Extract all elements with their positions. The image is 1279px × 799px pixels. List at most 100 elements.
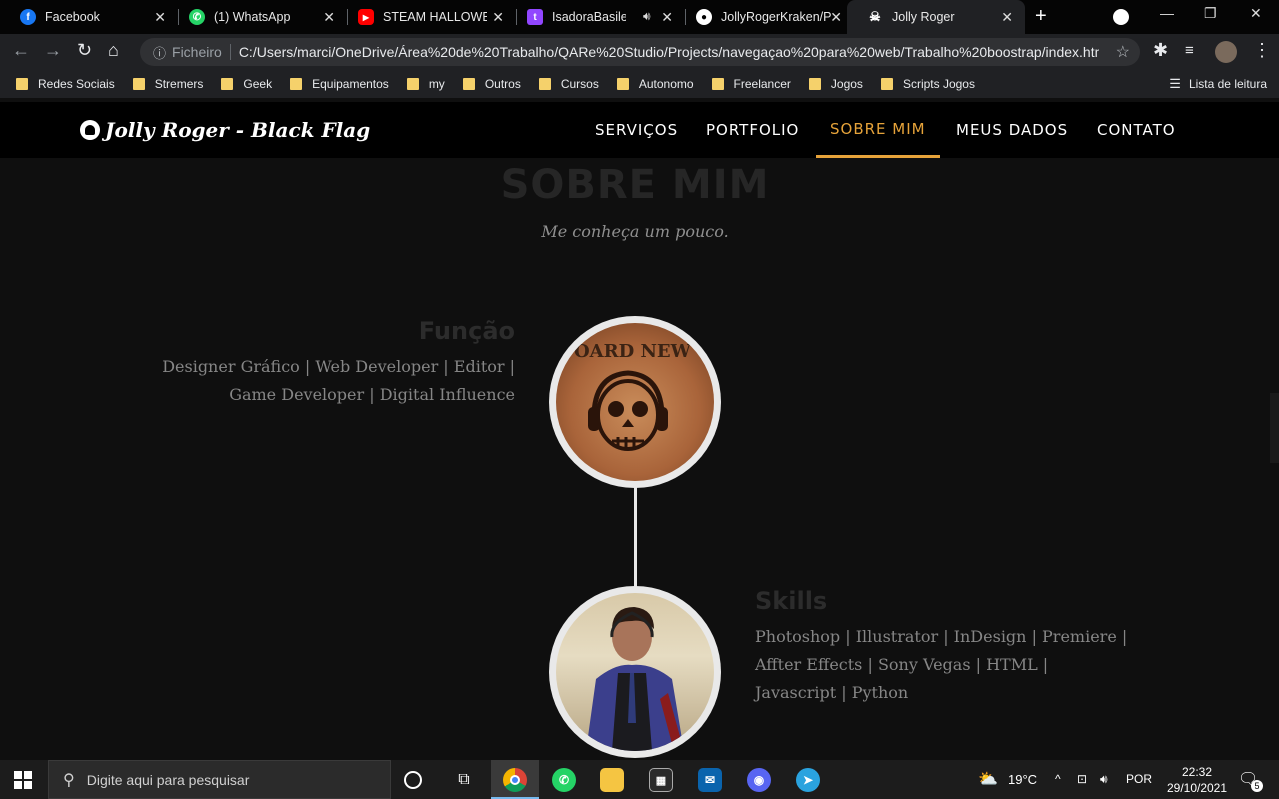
back-icon[interactable]: ← (12, 40, 30, 61)
home-icon[interactable]: ⌂ (108, 40, 119, 61)
close-tab-icon[interactable]: ✕ (154, 9, 166, 26)
web-page: Jolly Roger - Black Flag SERVIÇOS PORTFO… (0, 98, 1279, 760)
whatsapp-icon: ✆ (189, 9, 205, 25)
github-icon: ● (696, 9, 712, 25)
youtube-icon: ▶ (358, 9, 374, 25)
tab-jolly-roger[interactable]: ☠ Jolly Roger ✕ (847, 0, 1025, 34)
bookmark-folder[interactable]: Redes Sociais (16, 77, 115, 91)
folder-icon (711, 78, 724, 90)
tab-title: STEAM HALLOWEEN (383, 10, 487, 24)
nav-contato[interactable]: CONTATO (1097, 102, 1176, 158)
bookmark-label: Autonomo (638, 77, 694, 91)
system-clock[interactable]: 22:32 29/10/2021 (1160, 764, 1234, 796)
site-brand[interactable]: Jolly Roger - Black Flag (80, 118, 370, 142)
tab-facebook[interactable]: f Facebook ✕ (0, 0, 178, 34)
weather-icon[interactable]: ⛅ (978, 769, 998, 789)
brand-text: Jolly Roger - Black Flag (105, 118, 371, 142)
bookmark-folder[interactable]: Freelancer (711, 77, 791, 91)
tab-search-icon[interactable] (1113, 9, 1129, 25)
portrait-photo (556, 593, 714, 751)
tab-title: IsadoraBasile - (552, 10, 626, 24)
nav-meus-dados[interactable]: MEUS DADOS (956, 102, 1068, 158)
audio-playing-icon[interactable]: 🔊︎ (643, 9, 651, 24)
telegram-icon[interactable]: ➤ (796, 768, 820, 792)
bookmark-folder[interactable]: Geek (221, 77, 272, 91)
folder-icon (880, 78, 893, 90)
network-icon[interactable]: ⊡ (1077, 772, 1087, 786)
clock-time: 22:32 (1181, 765, 1213, 779)
notification-count: 5 (1251, 780, 1263, 792)
tab-title: (1) WhatsApp (214, 10, 291, 24)
discord-icon[interactable]: ◉ (747, 768, 771, 792)
bookmarks-bar: Redes Sociais Stremers Geek Equipamentos… (0, 70, 1279, 98)
nav-servicos[interactable]: SERVIÇOS (595, 102, 678, 158)
taskbar-search[interactable]: ⚲ Digite aqui para pesquisar (48, 760, 391, 799)
cortana-icon[interactable] (404, 771, 422, 789)
file-explorer-icon[interactable] (600, 768, 624, 792)
close-tab-icon[interactable]: ✕ (492, 9, 504, 26)
volume-icon[interactable]: 🔊︎ (1100, 772, 1108, 787)
skills-line: Affter Effects | Sony Vegas | HTML | (755, 655, 1049, 674)
close-window-icon[interactable]: ✕ (1250, 5, 1262, 22)
close-tab-icon[interactable]: ✕ (661, 9, 673, 26)
bookmark-folder[interactable]: my (406, 77, 445, 91)
nav-sobre-mim[interactable]: SOBRE MIM (816, 102, 940, 158)
restore-icon[interactable]: ❐ (1204, 5, 1217, 22)
bookmark-folder[interactable]: Cursos (538, 77, 599, 91)
tab-youtube[interactable]: ▶ STEAM HALLOWEEN ✕ (338, 0, 516, 34)
close-tab-icon[interactable]: ✕ (323, 9, 335, 26)
windows-start-icon[interactable] (14, 771, 32, 789)
bookmark-folder[interactable]: Jogos (808, 77, 863, 91)
close-tab-icon[interactable]: ✕ (1001, 9, 1013, 26)
bookmark-star-icon[interactable]: ☆ (1116, 42, 1130, 62)
skills-line: Photoshop | Illustrator | InDesign | Pre… (755, 627, 1128, 646)
minimize-icon[interactable]: — (1160, 5, 1174, 21)
chrome-icon[interactable] (503, 768, 527, 792)
weather-temp[interactable]: 19°C (1008, 772, 1037, 787)
language-indicator[interactable]: POR (1126, 772, 1152, 786)
new-tab-button[interactable]: + (1035, 5, 1047, 28)
menu-kebab-icon[interactable]: ⋮ (1253, 40, 1271, 61)
twitch-icon: t (527, 9, 543, 25)
bookmark-folder[interactable]: Equipamentos (290, 77, 389, 91)
tab-title: JollyRogerKraken/P (721, 10, 831, 24)
close-tab-icon[interactable]: ✕ (830, 9, 842, 26)
skull-artwork: OARD NEW (556, 323, 714, 481)
tray-expand-icon[interactable]: ^ (1055, 772, 1061, 786)
skills-heading: Skills (755, 587, 828, 615)
scroll-indicator[interactable] (1270, 393, 1279, 463)
tab-github[interactable]: ● JollyRogerKraken/P ✕ (676, 0, 854, 34)
reading-list-label: Lista de leitura (1188, 77, 1267, 91)
bookmark-folder[interactable]: Scripts Jogos (880, 77, 975, 91)
profile-avatar[interactable] (1215, 41, 1237, 63)
bookmark-folder[interactable]: Stremers (132, 77, 203, 91)
site-navbar: Jolly Roger - Black Flag SERVIÇOS PORTFO… (0, 102, 1279, 158)
address-url[interactable]: C:/Users/marci/OneDrive/Área%20de%20Trab… (239, 44, 1099, 60)
guitarist-portrait-icon (586, 607, 684, 751)
extensions-icon[interactable]: ✱ (1153, 40, 1168, 61)
info-icon[interactable]: ⓘ (153, 43, 166, 62)
bookmark-label: Outros (484, 77, 521, 91)
tab-twitch[interactable]: t IsadoraBasile - 🔊︎ ✕ (507, 0, 685, 34)
media-control-icon[interactable]: ≡ (1185, 42, 1194, 59)
reading-list-button[interactable]: ☰ Lista de leitura (1169, 76, 1267, 92)
forward-icon[interactable]: → (44, 40, 62, 61)
nav-portfolio[interactable]: PORTFOLIO (706, 102, 799, 158)
folder-icon (462, 78, 475, 90)
bookmark-label: my (428, 77, 445, 91)
task-view-icon[interactable]: ⧉ (452, 768, 476, 792)
folder-icon (132, 78, 145, 90)
bookmark-folder[interactable]: Autonomo (616, 77, 694, 91)
whatsapp-app-icon[interactable]: ✆ (552, 768, 576, 792)
funcao-text: Designer Gráfico | Web Developer | Edito… (150, 353, 515, 409)
mail-icon[interactable]: ✉ (698, 768, 722, 792)
facebook-icon: f (20, 9, 36, 25)
microsoft-store-icon[interactable]: ▦ (649, 768, 673, 792)
reload-icon[interactable]: ↻ (77, 40, 92, 61)
bookmark-folder[interactable]: Outros (462, 77, 521, 91)
folder-icon (221, 78, 234, 90)
address-bar[interactable]: ⓘ Ficheiro C:/Users/marci/OneDrive/Área%… (140, 38, 1140, 66)
funcao-heading: Função (418, 317, 515, 345)
tab-whatsapp[interactable]: ✆ (1) WhatsApp ✕ (169, 0, 347, 34)
search-placeholder: Digite aqui para pesquisar (86, 771, 250, 788)
